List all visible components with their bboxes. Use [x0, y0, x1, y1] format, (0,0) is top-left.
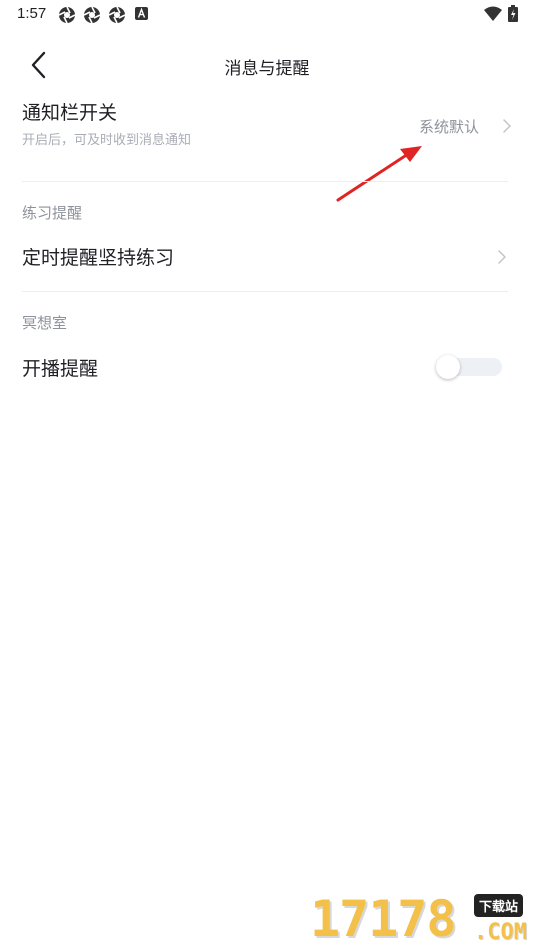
- status-time: 1:57: [17, 5, 47, 22]
- live-reminder-toggle[interactable]: [436, 355, 502, 379]
- chevron-right-icon: [503, 119, 511, 133]
- chevron-right-icon: [498, 250, 506, 264]
- battery-icon: [508, 5, 518, 22]
- divider: [22, 291, 508, 292]
- notification-bar-value: 系统默认: [419, 118, 480, 136]
- watermark-logo: 17178 下载站 .COM: [306, 888, 534, 950]
- section-header-meditation: 冥想室: [22, 314, 68, 332]
- annotation-arrow-icon: [336, 146, 422, 202]
- section-header-practice: 练习提醒: [22, 204, 83, 222]
- watermark-digits: 17178: [310, 890, 457, 948]
- status-bar: 1:57: [0, 0, 534, 30]
- toggle-knob: [436, 355, 460, 379]
- notification-bar-row[interactable]: 通知栏开关 开启后，可及时收到消息通知 系统默认: [0, 92, 534, 178]
- notification-bar-subtitle: 开启后，可及时收到消息通知: [22, 133, 192, 148]
- aperture-icon: [83, 6, 101, 24]
- practice-reminder-row[interactable]: 定时提醒坚持练习: [0, 232, 534, 284]
- watermark-tag: 下载站: [474, 894, 524, 917]
- nav-bar: 消息与提醒: [0, 40, 534, 88]
- aperture-icon: [58, 6, 76, 24]
- a-icon: [135, 7, 148, 20]
- notification-bar-title: 通知栏开关: [22, 102, 118, 124]
- practice-reminder-label: 定时提醒坚持练习: [22, 247, 175, 269]
- aperture-icon: [108, 6, 126, 24]
- wifi-icon: [484, 6, 502, 21]
- divider: [22, 181, 508, 182]
- page-title: 消息与提醒: [224, 59, 310, 79]
- watermark-suffix: .COM: [474, 920, 527, 945]
- live-reminder-label: 开播提醒: [22, 358, 99, 380]
